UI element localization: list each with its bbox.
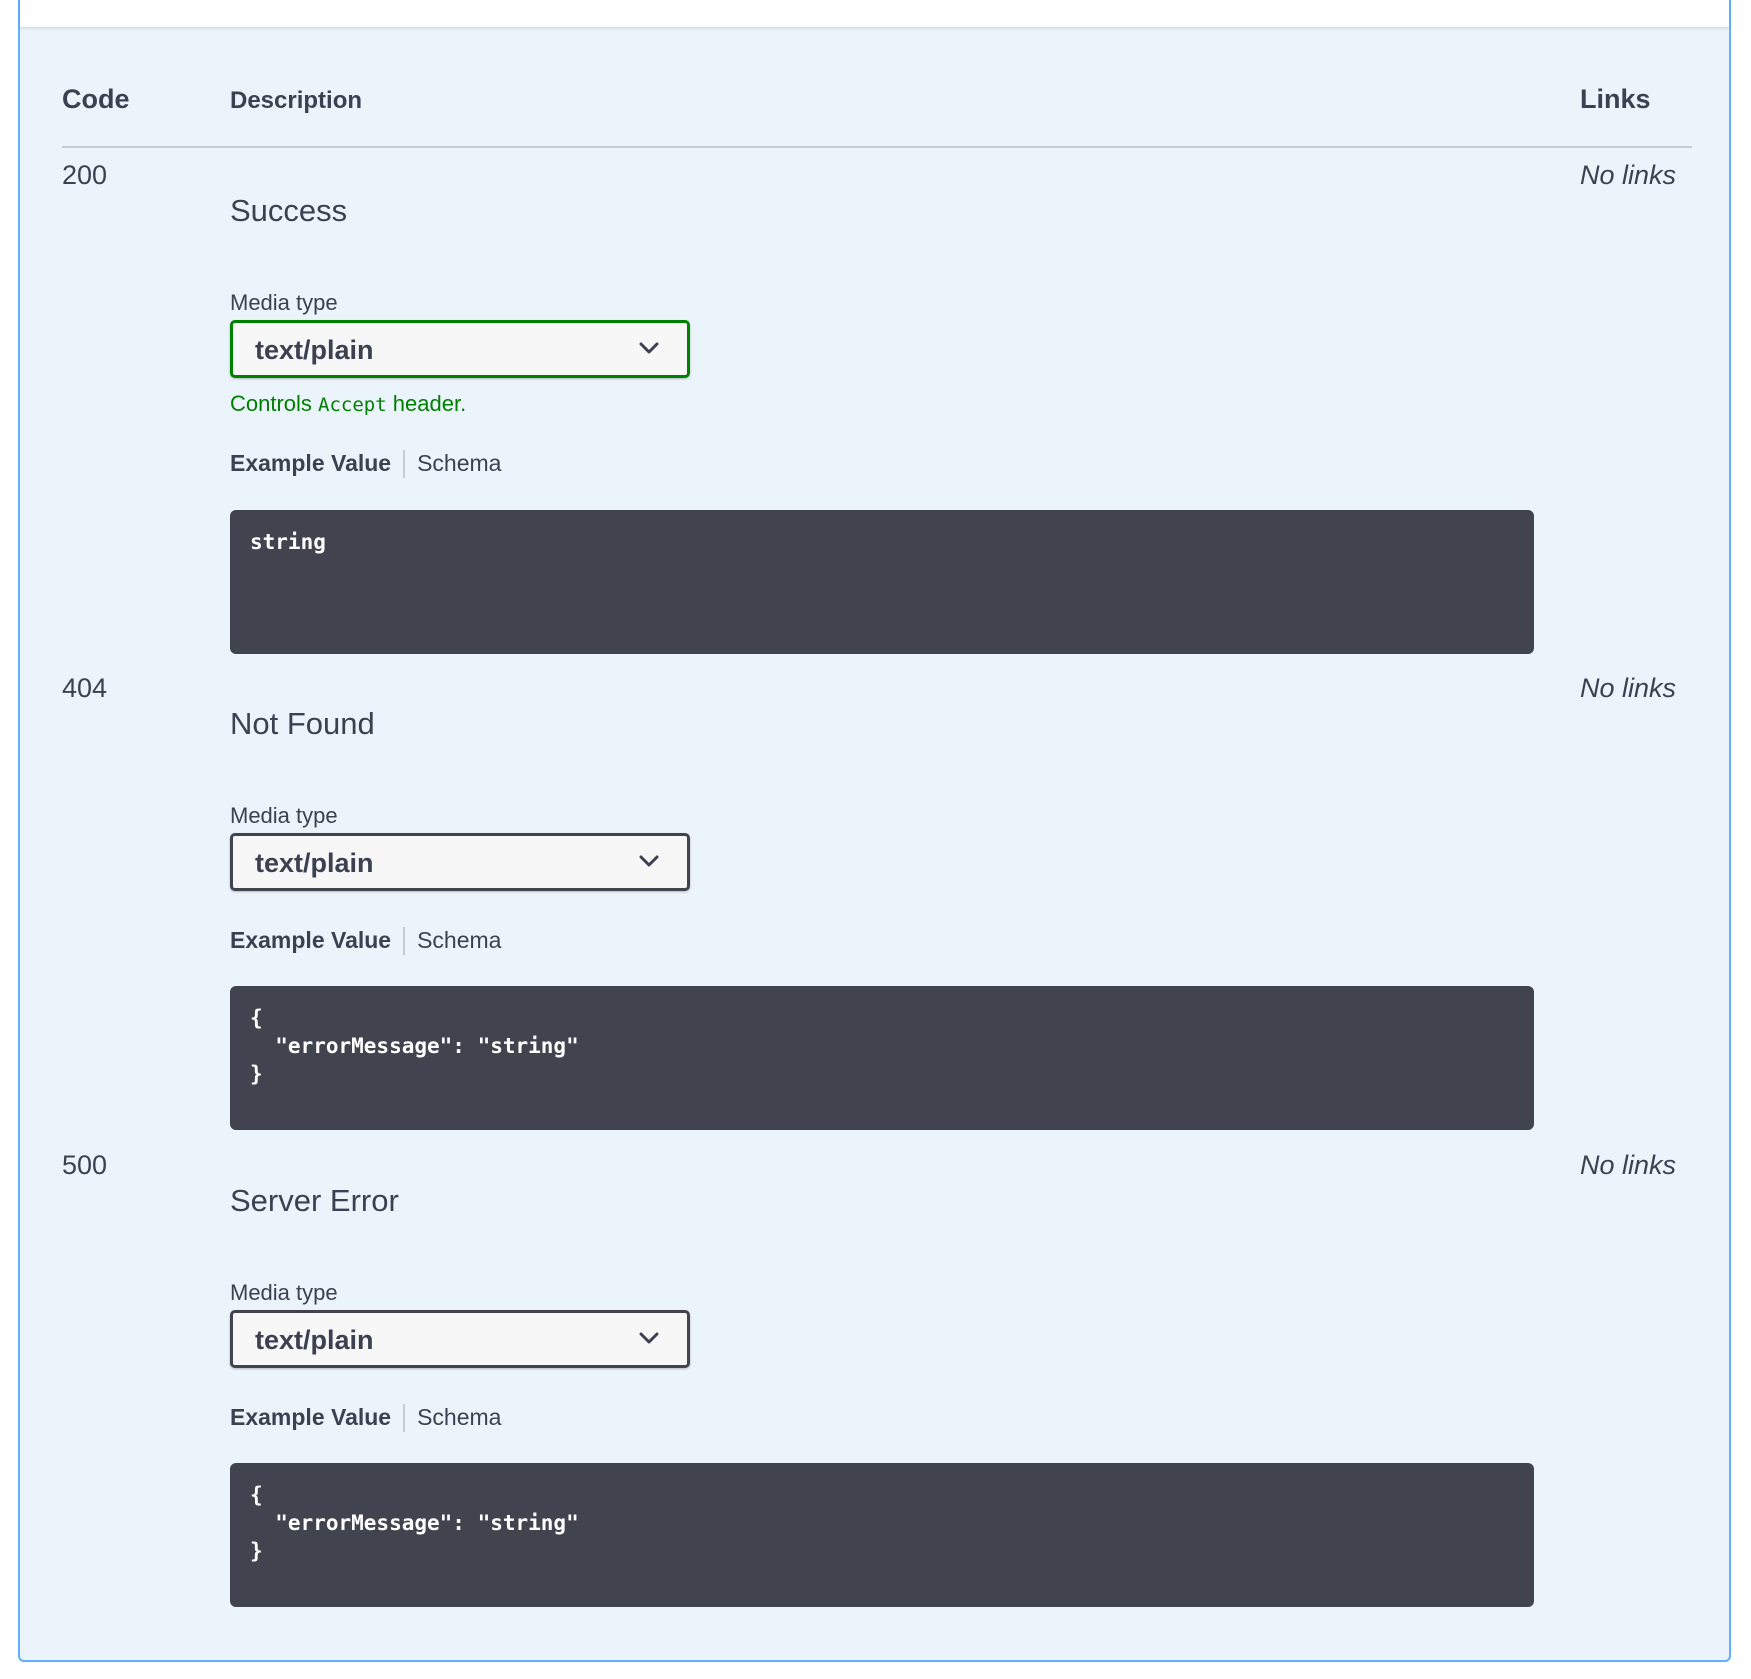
- tab-divider: [403, 1403, 406, 1432]
- chevron-down-icon: [639, 1332, 659, 1344]
- header-description: Description: [230, 87, 363, 114]
- header-code: Code: [62, 84, 130, 114]
- response-code: 500: [62, 1150, 108, 1180]
- panel-top-bar: [20, 0, 1729, 28]
- tab-schema[interactable]: Schema: [417, 927, 501, 954]
- example-value-code-block: { "errorMessage": "string" }: [230, 1463, 1534, 1607]
- response-description: Not Found: [230, 706, 375, 741]
- example-value-text: string: [250, 530, 326, 554]
- tab-divider: [403, 449, 406, 478]
- chevron-down-icon: [639, 855, 659, 867]
- controls-accept-note: Controls Accept header.: [230, 391, 467, 416]
- response-description: Server Error: [230, 1183, 399, 1218]
- media-type-select[interactable]: text/plain: [230, 1310, 690, 1368]
- response-links: No links: [1580, 1150, 1677, 1180]
- media-type-value: text/plain: [255, 1325, 374, 1355]
- tab-divider: [403, 926, 406, 955]
- media-type-label: Media type: [230, 290, 338, 315]
- example-schema-tabs: Example Value Schema: [230, 926, 501, 955]
- media-type-select[interactable]: text/plain: [230, 833, 690, 891]
- tab-example-value[interactable]: Example Value: [230, 927, 391, 954]
- example-schema-tabs: Example Value Schema: [230, 449, 501, 478]
- media-type-label: Media type: [230, 803, 338, 828]
- media-type-value: text/plain: [255, 848, 374, 878]
- tab-example-value[interactable]: Example Value: [230, 1404, 391, 1431]
- response-code: 200: [62, 160, 108, 190]
- example-schema-tabs: Example Value Schema: [230, 1403, 501, 1432]
- response-links: No links: [1580, 160, 1677, 190]
- header-links: Links: [1580, 84, 1651, 114]
- example-value-code-block: string: [230, 510, 1534, 654]
- responses-panel: Code Description Links 200 No links Succ…: [18, 0, 1731, 1662]
- media-type-value: text/plain: [255, 335, 374, 365]
- response-links: No links: [1580, 673, 1677, 703]
- response-code: 404: [62, 673, 108, 703]
- media-type-label: Media type: [230, 1280, 338, 1305]
- response-description: Success: [230, 193, 348, 228]
- example-value-code-block: { "errorMessage": "string" }: [230, 986, 1534, 1130]
- tab-schema[interactable]: Schema: [417, 450, 501, 477]
- header-divider: [62, 146, 1692, 148]
- tab-example-value[interactable]: Example Value: [230, 450, 391, 477]
- example-value-text: { "errorMessage": "string" }: [250, 1006, 579, 1086]
- media-type-select[interactable]: text/plain: [230, 320, 690, 378]
- tab-schema[interactable]: Schema: [417, 1404, 501, 1431]
- chevron-down-icon: [639, 342, 659, 354]
- example-value-text: { "errorMessage": "string" }: [250, 1483, 579, 1563]
